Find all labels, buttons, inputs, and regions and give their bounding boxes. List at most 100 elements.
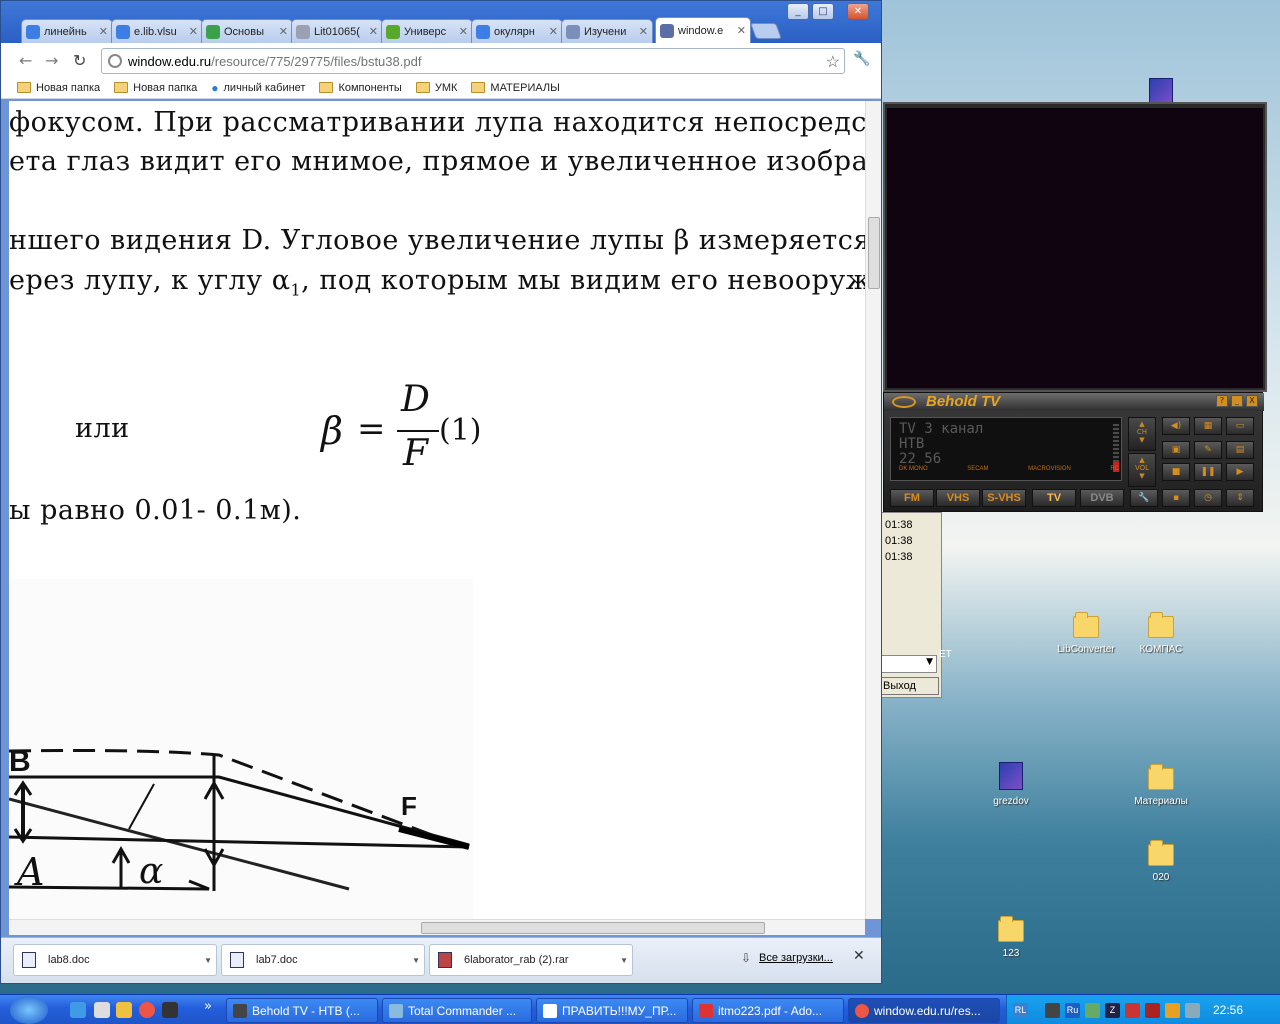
tab-0[interactable]: линейнь ✕ — [21, 19, 113, 43]
desktop-icon-libconverter[interactable]: LibConverter — [1046, 612, 1126, 655]
task-word-doc[interactable]: ПРАВИТЬ!!!МУ_ПР... — [536, 998, 688, 1023]
download-item-lab8[interactable]: lab8.doc ▼ — [13, 944, 217, 976]
tab-1[interactable]: e.lib.vlsu ✕ — [111, 19, 203, 43]
desktop-icon-grezdov[interactable]: grezdov — [971, 762, 1051, 807]
close-shelf-icon[interactable]: ✕ — [853, 948, 865, 964]
back-icon[interactable]: ← — [19, 51, 32, 70]
scroll-thumb[interactable] — [868, 217, 880, 289]
stop-button[interactable]: ■ — [1162, 463, 1190, 481]
volume-icon[interactable] — [1185, 1002, 1200, 1018]
tab-4[interactable]: Универс ✕ — [381, 19, 473, 43]
close-tab-icon[interactable]: ✕ — [459, 25, 468, 38]
maximize-button[interactable]: □ — [812, 3, 834, 20]
task-total-commander[interactable]: Total Commander ... — [382, 998, 532, 1023]
schedule-button[interactable]: ◷ — [1194, 489, 1222, 507]
close-tab-icon[interactable]: ✕ — [369, 25, 378, 38]
desktop-icon-kompas[interactable]: КОМПАС — [1121, 612, 1201, 655]
desktop-icon-materialy[interactable]: Материалы — [1121, 764, 1201, 807]
bookmark-folder-1[interactable]: Новая папка — [17, 82, 100, 94]
bookmark-star-icon[interactable]: ☆ — [826, 52, 840, 72]
close-tab-icon[interactable]: ✕ — [189, 25, 198, 38]
tab-2[interactable]: Основы ✕ — [201, 19, 293, 43]
dropdown-arrow-icon[interactable]: ▼ — [412, 956, 420, 965]
rl-indicator[interactable]: RL — [1013, 1002, 1028, 1018]
download-item-lab7[interactable]: lab7.doc ▼ — [221, 944, 425, 976]
quicklaunch-chevron[interactable]: » — [204, 999, 212, 1014]
record-button[interactable]: ▦ — [1194, 417, 1222, 435]
pdf-viewer[interactable]: фокусом. При рассматривании лупа находит… — [9, 101, 865, 919]
chrome-icon[interactable] — [139, 1002, 155, 1018]
bookmark-personal-cabinet[interactable]: ● личный кабинет — [211, 81, 305, 95]
save-button[interactable]: ▪ — [1162, 489, 1190, 507]
tools-button[interactable]: ✎ — [1194, 441, 1222, 459]
mode-fm-button[interactable]: FM — [890, 489, 934, 507]
task-chrome[interactable]: window.edu.ru/res... — [848, 998, 1000, 1023]
mail-icon[interactable] — [1165, 1002, 1180, 1018]
speaker-button[interactable]: ◀) — [1162, 417, 1190, 435]
pause-button[interactable]: ❚❚ — [1194, 463, 1222, 481]
help-button[interactable]: ? — [1216, 395, 1228, 407]
mode-svhs-button[interactable]: S-VHS — [982, 489, 1026, 507]
all-downloads-link[interactable]: Все загрузки... — [759, 952, 833, 964]
bookmark-folder-umk[interactable]: УМК — [415, 82, 457, 94]
wrench-icon[interactable]: 🔧 — [853, 51, 870, 67]
play-button[interactable]: ▶ — [1226, 463, 1254, 481]
download-item-rar[interactable]: 6laborator_rab (2).rar ▼ — [429, 944, 633, 976]
antivirus-icon[interactable] — [1125, 1002, 1140, 1018]
close-tab-icon[interactable]: ✕ — [99, 25, 108, 38]
behold-tray-icon[interactable] — [1045, 1002, 1060, 1018]
start-button[interactable] — [10, 996, 48, 1024]
move-button[interactable]: ⇕ — [1226, 489, 1254, 507]
network-icon[interactable] — [1085, 1002, 1100, 1018]
task-adobe-pdf[interactable]: itmo223.pdf - Ado... — [692, 998, 844, 1023]
bookmark-folder-materials[interactable]: МАТЕРИАЛЫ — [471, 82, 560, 94]
screen-button[interactable]: ▭ — [1226, 417, 1254, 435]
close-tab-icon[interactable]: ✕ — [639, 25, 648, 38]
total-commander-window[interactable]: 01:38 01:38 01:38 ET ▼ Выход — [880, 512, 952, 698]
close-button[interactable]: ✕ — [847, 3, 869, 20]
dropdown-arrow-icon[interactable]: ▼ — [204, 956, 212, 965]
dropdown-arrow-icon[interactable]: ▼ — [620, 956, 628, 965]
desktop-icon-020[interactable]: 020 — [1121, 840, 1201, 883]
pin-icon[interactable] — [1145, 1002, 1160, 1018]
desktop-icon[interactable] — [94, 1002, 110, 1018]
drive-select[interactable]: ▼ — [881, 655, 937, 673]
close-tab-icon[interactable]: ✕ — [549, 25, 558, 38]
z-tray-icon[interactable]: Z — [1105, 1002, 1120, 1018]
task-behold-tv[interactable]: Behold TV - НТВ (... — [226, 998, 378, 1023]
scroll-thumb[interactable] — [421, 922, 765, 934]
behold-icon[interactable] — [162, 1002, 178, 1018]
bookmark-folder-2[interactable]: Новая папка — [114, 82, 197, 94]
folder-button[interactable]: ▤ — [1226, 441, 1254, 459]
volume-control[interactable]: ▲ VOL ▼ — [1128, 453, 1156, 487]
ie-icon[interactable] — [70, 1002, 86, 1018]
tab-6[interactable]: Изучени ✕ — [561, 19, 653, 43]
mode-tv-button[interactable]: TV — [1032, 489, 1076, 507]
forward-icon[interactable]: → — [45, 51, 58, 70]
minimize-button[interactable]: _ — [787, 3, 809, 20]
language-indicator[interactable]: Ru — [1065, 1002, 1080, 1018]
close-tab-icon[interactable]: ✕ — [737, 24, 746, 37]
channel-control[interactable]: ▲ CH ▼ — [1128, 417, 1156, 451]
snapshot-button[interactable]: ▣ — [1162, 441, 1190, 459]
horizontal-scrollbar[interactable] — [9, 919, 865, 935]
winamp-icon[interactable] — [116, 1002, 132, 1018]
reload-icon[interactable]: ↻ — [73, 51, 86, 70]
tab-7[interactable]: window.e ✕ — [655, 17, 751, 43]
desktop-icon-123[interactable]: 123 — [971, 916, 1051, 959]
tab-3[interactable]: Lit01065(✕ — [291, 19, 383, 43]
mode-dvb-button[interactable]: DVB — [1080, 489, 1124, 507]
mode-vhs-button[interactable]: VHS — [936, 489, 980, 507]
new-tab-button[interactable] — [750, 23, 782, 39]
tv-video-window[interactable] — [883, 102, 1267, 392]
close-button[interactable]: X — [1246, 395, 1258, 407]
settings-button[interactable]: 🔧 — [1130, 489, 1158, 507]
address-bar[interactable]: window.edu.ru/resource/775/29775/files/b… — [101, 48, 845, 74]
bookmark-folder-components[interactable]: Компоненты — [319, 82, 402, 94]
minimize-button[interactable]: _ — [1231, 395, 1243, 407]
close-tab-icon[interactable]: ✕ — [279, 25, 288, 38]
exit-button[interactable]: Выход — [881, 677, 939, 695]
tv-titlebar[interactable]: Behold TV ? _ X — [884, 393, 1264, 411]
vertical-scrollbar[interactable] — [865, 101, 881, 919]
tab-5[interactable]: окулярн ✕ — [471, 19, 563, 43]
